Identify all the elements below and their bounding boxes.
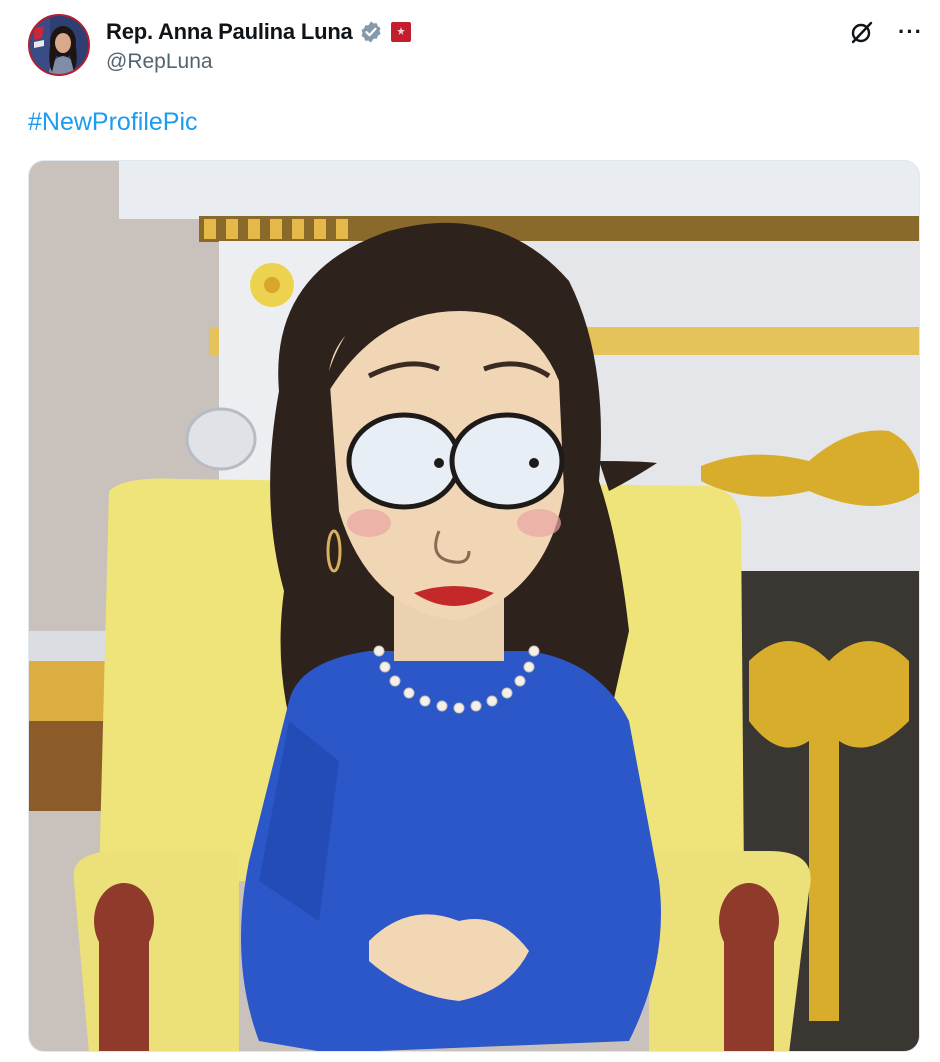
more-options-icon[interactable]: ··· (898, 21, 923, 43)
avatar[interactable] (28, 14, 90, 76)
cartoon-illustration (29, 161, 919, 1051)
hashtag-link[interactable]: #NewProfilePic (28, 108, 198, 136)
media-image[interactable] (28, 160, 920, 1052)
government-affiliation-icon[interactable] (390, 22, 411, 42)
tweet-card: Rep. Anna Paulina Luna @RepLuna ··· #New… (0, 0, 940, 1062)
display-name[interactable]: Rep. Anna Paulina Luna (106, 19, 353, 45)
verified-badge-icon (359, 20, 383, 44)
tweet-header: Rep. Anna Paulina Luna @RepLuna ··· (28, 14, 923, 80)
name-line: Rep. Anna Paulina Luna (106, 17, 411, 47)
user-handle[interactable]: @RepLuna (106, 50, 213, 74)
header-actions: ··· (848, 18, 923, 46)
grok-icon[interactable] (848, 18, 876, 46)
tweet-text: #NewProfilePic (28, 108, 198, 137)
